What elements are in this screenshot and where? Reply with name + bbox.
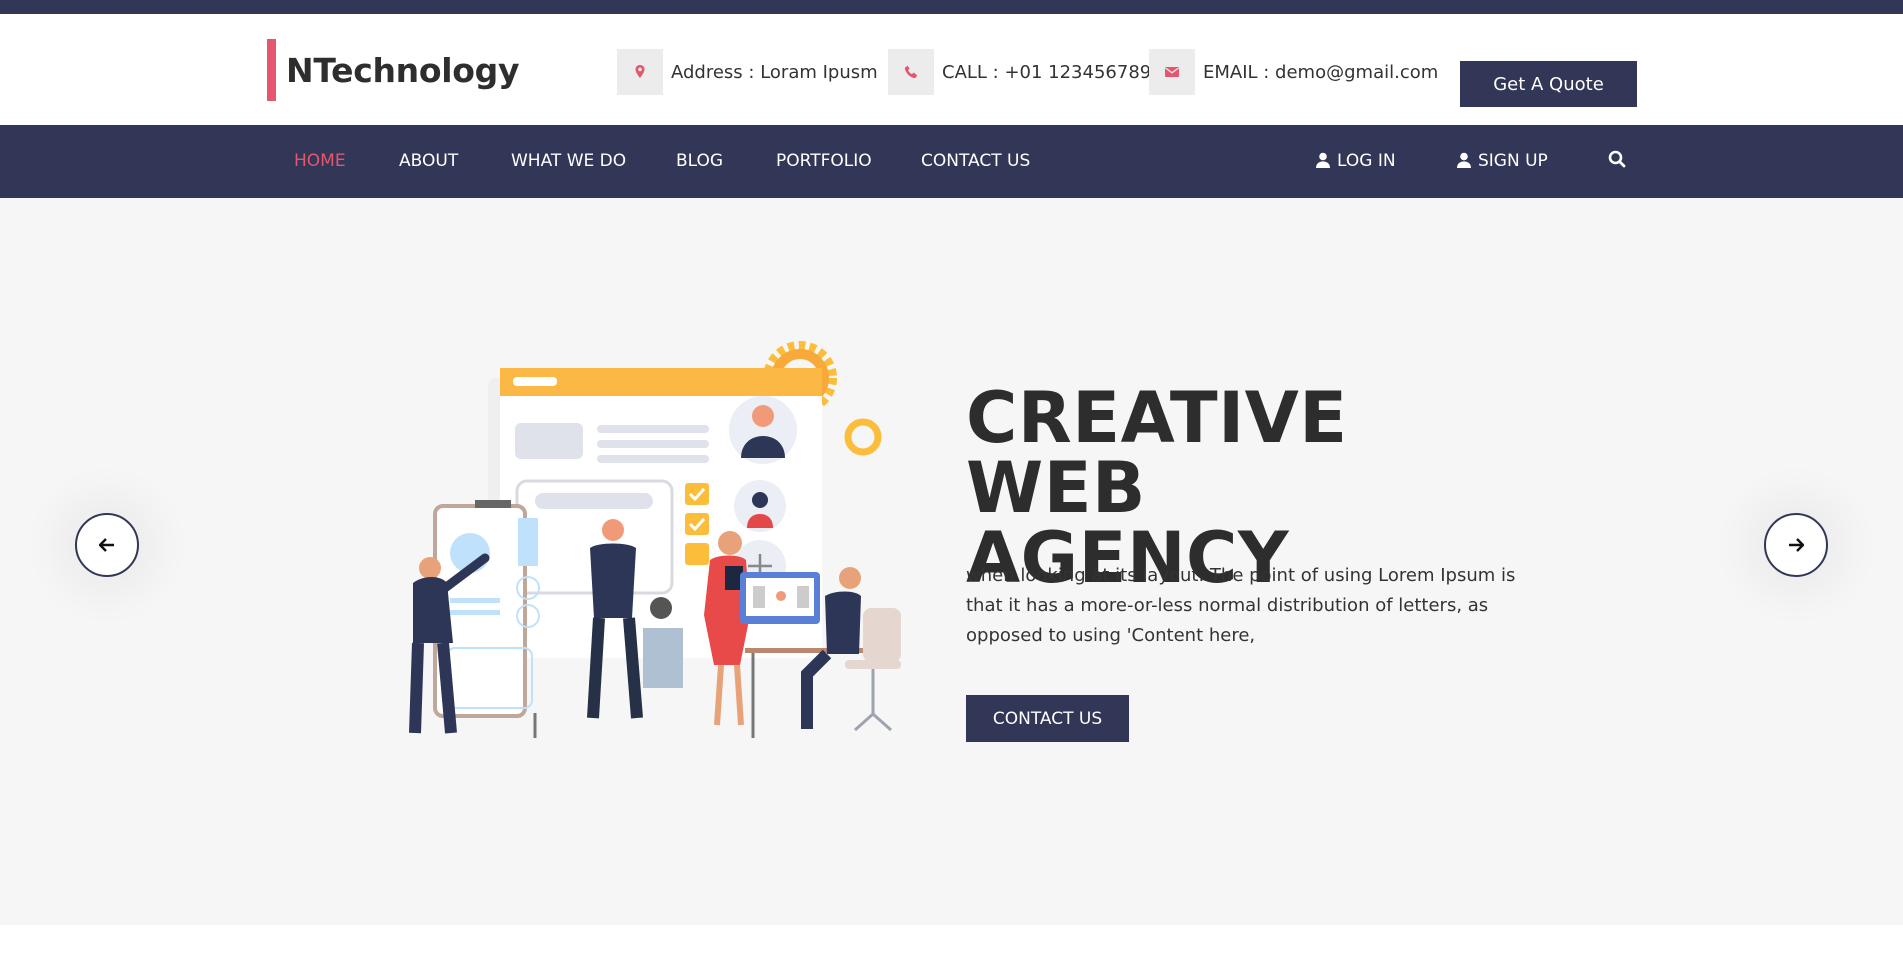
arrow-right-icon: [1789, 538, 1804, 552]
next-slide-button[interactable]: [1764, 513, 1828, 577]
map-pin-icon: [617, 49, 663, 95]
user-icon: [1316, 152, 1330, 168]
logo-text: NTechnology: [286, 50, 520, 90]
prev-slide-button[interactable]: [75, 513, 139, 577]
phone-icon: [888, 49, 934, 95]
login-link[interactable]: LOG IN: [1316, 125, 1396, 198]
arrow-left-icon: [99, 538, 114, 552]
logo[interactable]: NTechnology: [267, 39, 519, 101]
get-quote-button[interactable]: Get A Quote: [1460, 61, 1637, 107]
signup-link[interactable]: SIGN UP: [1457, 125, 1548, 198]
phone-info: CALL : +01 1234567890: [888, 49, 1163, 95]
nav-item-home[interactable]: HOME: [294, 125, 346, 198]
hero-description: when looking at its layout. The point of…: [966, 565, 1516, 646]
hero-illustration: [409, 341, 901, 738]
address-text: Address : Loram Ipusm: [671, 61, 878, 83]
site-header: NTechnology Address : Loram Ipusm CALL :…: [0, 14, 1903, 125]
contact-us-button[interactable]: CONTACT US: [966, 695, 1129, 742]
nav-item-blog[interactable]: BLOG: [676, 125, 723, 198]
email-info: EMAIL : demo@gmail.com: [1149, 49, 1438, 95]
phone-text: CALL : +01 1234567890: [942, 61, 1163, 83]
hero-title-line1: CREATIVE WEB: [966, 377, 1348, 529]
nav-item-contact-us[interactable]: CONTACT US: [921, 125, 1030, 198]
nav-item-what-we-do[interactable]: WHAT WE DO: [511, 125, 626, 198]
user-icon: [1457, 152, 1471, 168]
envelope-icon: [1149, 49, 1195, 95]
address-info: Address : Loram Ipusm: [617, 49, 878, 95]
signup-label: SIGN UP: [1478, 151, 1548, 171]
logo-accent-bar: [267, 39, 276, 101]
nav-item-about[interactable]: ABOUT: [399, 125, 458, 198]
email-text: EMAIL : demo@gmail.com: [1203, 61, 1439, 83]
search-icon: [1608, 150, 1626, 168]
hero-slider: CREATIVE WEB AGENCY when looking at its …: [0, 198, 1903, 925]
search-button[interactable]: [1608, 125, 1633, 198]
top-strip: [0, 0, 1903, 14]
login-label: LOG IN: [1337, 151, 1396, 171]
main-nav: HOME ABOUT WHAT WE DO BLOG PORTFOLIO CON…: [0, 125, 1903, 198]
nav-item-portfolio[interactable]: PORTFOLIO: [776, 125, 872, 198]
